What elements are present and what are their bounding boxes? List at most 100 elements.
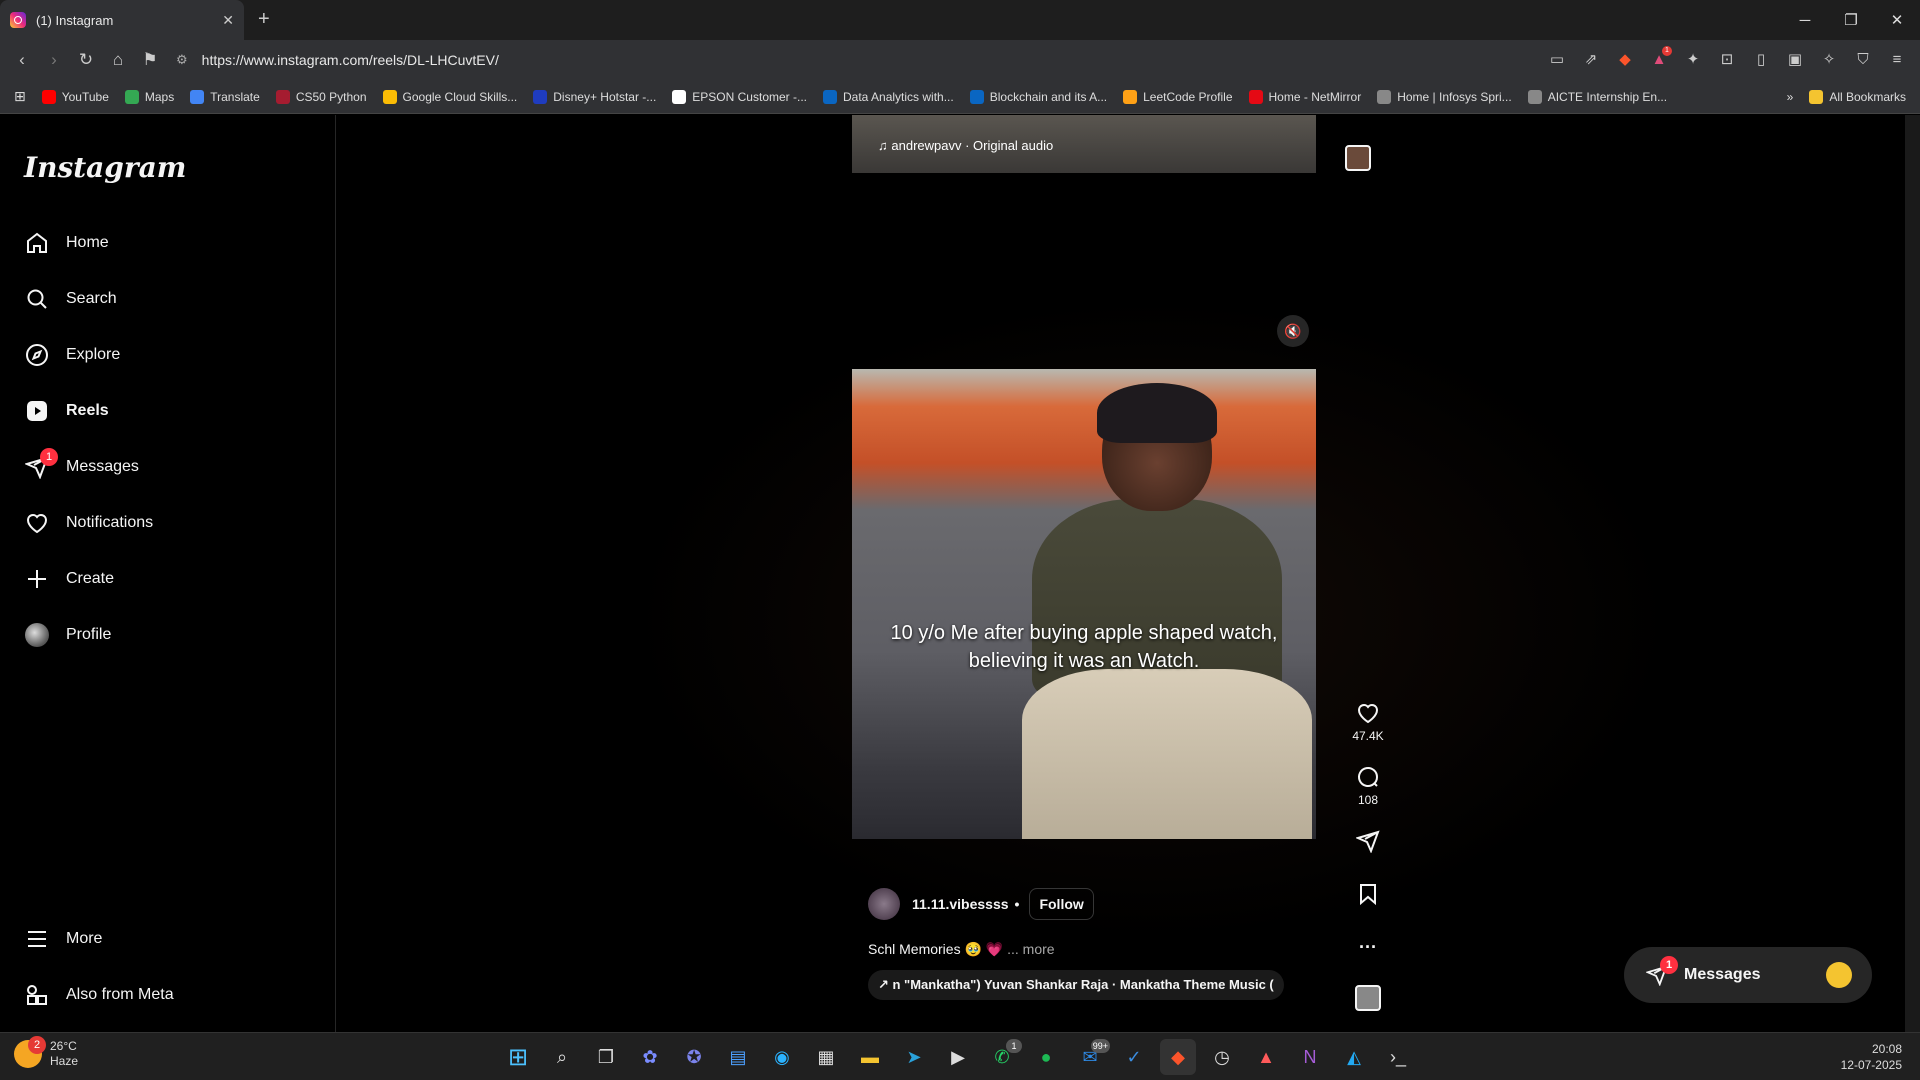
like-button[interactable]: 47.4K	[1340, 701, 1396, 743]
author-username[interactable]: 11.11.vibessss	[912, 896, 1009, 912]
spotify-icon[interactable]: ●	[1028, 1039, 1064, 1075]
edge-icon[interactable]: ◉	[764, 1039, 800, 1075]
wallet-icon[interactable]: ▣	[1784, 48, 1806, 70]
nav-home[interactable]: Home	[24, 219, 109, 267]
arc-icon[interactable]: ▲	[1248, 1039, 1284, 1075]
all-bookmarks[interactable]: All Bookmarks	[1809, 90, 1906, 104]
screenshot-icon[interactable]: ⊡	[1716, 48, 1738, 70]
nav-also-from-meta[interactable]: Also from Meta	[24, 971, 174, 1019]
more-options-icon[interactable]: ···	[1340, 937, 1396, 958]
nav-reels[interactable]: Reels	[24, 387, 109, 435]
terminal-icon[interactable]: ›_	[1380, 1039, 1416, 1075]
bookmark-favicon-icon	[382, 89, 397, 104]
back-icon[interactable]: ‹	[8, 46, 36, 74]
file-explorer-icon[interactable]: ▬	[852, 1039, 888, 1075]
folder-icon	[1809, 90, 1824, 104]
start-icon[interactable]: ⊞	[500, 1039, 536, 1075]
follow-button[interactable]: Follow	[1029, 888, 1094, 920]
widgets-icon[interactable]: ▤	[720, 1039, 756, 1075]
bookmark-item[interactable]: EPSON Customer -...	[672, 89, 807, 104]
media-player-icon[interactable]: ▶	[940, 1039, 976, 1075]
nav-messages[interactable]: 1 Messages	[24, 443, 139, 491]
more-bookmarks-icon[interactable]: »	[1787, 90, 1794, 104]
home-icon[interactable]: ⌂	[104, 46, 132, 74]
bookmark-item[interactable]: CS50 Python	[275, 89, 367, 104]
system-clock[interactable]: 20:08 12-07-2025	[1841, 1041, 1902, 1073]
bookmark-icon[interactable]: ⚑	[136, 46, 164, 74]
vpn-icon[interactable]: ⛉	[1852, 48, 1874, 70]
reload-icon[interactable]: ↻	[72, 46, 100, 74]
share-button[interactable]	[1340, 829, 1396, 857]
telegram-icon[interactable]: ➤	[896, 1039, 932, 1075]
bookmark-item[interactable]: LeetCode Profile	[1123, 89, 1233, 104]
nav-explore[interactable]: Explore	[24, 331, 120, 379]
sidebar-icon[interactable]: ▯	[1750, 48, 1772, 70]
bookmark-item[interactable]: Data Analytics with...	[823, 89, 954, 104]
contact-avatar	[1826, 962, 1852, 988]
nav-notifications[interactable]: Notifications	[24, 499, 153, 547]
muted-speaker-icon[interactable]: 🔇	[1277, 315, 1309, 347]
bookmark-item[interactable]: Google Cloud Skills...	[382, 89, 517, 104]
copilot-icon[interactable]: ✿	[632, 1039, 668, 1075]
menu-icon[interactable]: ≡	[1886, 48, 1908, 70]
bookmark-label: YouTube	[61, 89, 109, 104]
page-scrollbar[interactable]	[1905, 115, 1920, 1032]
previous-reel[interactable]: ♫ andrewpavv · Original audio	[852, 115, 1316, 173]
share-icon[interactable]: ⇗	[1580, 48, 1602, 70]
weather-widget[interactable]: 2 26°C Haze	[14, 1036, 78, 1069]
reel-video[interactable]: 10 y/o Me after buying apple shaped watc…	[852, 369, 1316, 839]
weather-badge: 2	[28, 1036, 46, 1054]
bookmark-item[interactable]: Translate	[190, 89, 260, 104]
bookmark-item[interactable]: Disney+ Hotstar -...	[533, 89, 656, 104]
leo-ai-icon[interactable]: ✧	[1818, 48, 1840, 70]
brave-shields-icon[interactable]: ◆	[1614, 48, 1636, 70]
outlook-icon[interactable]: ✉ 99+	[1072, 1039, 1110, 1075]
tab-close-icon[interactable]: ✕	[222, 12, 234, 29]
messages-float-button[interactable]: 1 Messages	[1624, 947, 1872, 1003]
store-icon[interactable]: ▦	[808, 1039, 844, 1075]
onenote-icon[interactable]: N	[1292, 1039, 1328, 1075]
apps-grid-icon[interactable]: ⊞	[14, 88, 26, 105]
audio-thumbnail[interactable]	[1340, 985, 1396, 1011]
save-button[interactable]	[1340, 882, 1396, 910]
bookmark-item[interactable]: Blockchain and its A...	[969, 89, 1107, 104]
clock-app-icon[interactable]: ◷	[1204, 1039, 1240, 1075]
nav-profile[interactable]: Profile	[24, 611, 111, 659]
bookmark-item[interactable]: Home - NetMirror	[1248, 89, 1361, 104]
nav-more[interactable]: More	[24, 915, 102, 963]
bookmark-item[interactable]: Home | Infosys Spri...	[1377, 89, 1512, 104]
brave-rewards-icon[interactable]: ▲ 1	[1648, 46, 1672, 70]
forward-icon[interactable]: ›	[40, 46, 68, 74]
search-icon[interactable]: ⌕	[544, 1039, 580, 1075]
comment-button[interactable]: 108	[1340, 765, 1396, 807]
todo-icon[interactable]: ✓	[1116, 1039, 1152, 1075]
nav-search[interactable]: Search	[24, 275, 117, 323]
nav-create[interactable]: Create	[24, 555, 114, 603]
reel-music-chip[interactable]: ↗ n "Mankatha") Yuvan Shankar Raja · Man…	[868, 970, 1284, 1000]
bookmark-item[interactable]: Maps	[124, 89, 174, 104]
nav-search-label: Search	[66, 290, 117, 307]
cast-icon[interactable]: ▭	[1546, 48, 1568, 70]
description-more-link[interactable]: ... more	[1007, 941, 1054, 957]
author-avatar[interactable]	[868, 888, 900, 920]
instagram-logo[interactable]: Instagram	[24, 151, 186, 184]
site-info-icon[interactable]: ⚙	[176, 52, 188, 68]
new-tab-button[interactable]: +	[258, 8, 270, 31]
task-view-icon[interactable]: ❐	[588, 1039, 624, 1075]
teams-icon[interactable]: ✪	[676, 1039, 712, 1075]
brave-taskbar-icon[interactable]: ◆	[1160, 1039, 1196, 1075]
bookmark-item[interactable]: AICTE Internship En...	[1527, 89, 1667, 104]
vscode-icon[interactable]: ◭	[1336, 1039, 1372, 1075]
comment-icon	[1358, 767, 1379, 787]
restore-icon[interactable]: ❐	[1828, 0, 1874, 40]
minimize-icon[interactable]: ─	[1782, 0, 1828, 40]
whatsapp-icon[interactable]: ✆ 1	[984, 1039, 1022, 1075]
previous-reel-audio[interactable]: ♫ andrewpavv · Original audio	[878, 138, 1053, 153]
tab-instagram[interactable]: (1) Instagram ✕	[0, 0, 244, 40]
bookmark-favicon-icon	[533, 89, 548, 104]
url-bar[interactable]: ⚙ https://www.instagram.com/reels/DL-LHC…	[176, 49, 1536, 71]
close-window-icon[interactable]: ✕	[1874, 0, 1920, 40]
extensions-icon[interactable]: ✦	[1682, 48, 1704, 70]
bookmark-item[interactable]: YouTube	[41, 89, 109, 104]
separator-dot: •	[1014, 896, 1020, 912]
